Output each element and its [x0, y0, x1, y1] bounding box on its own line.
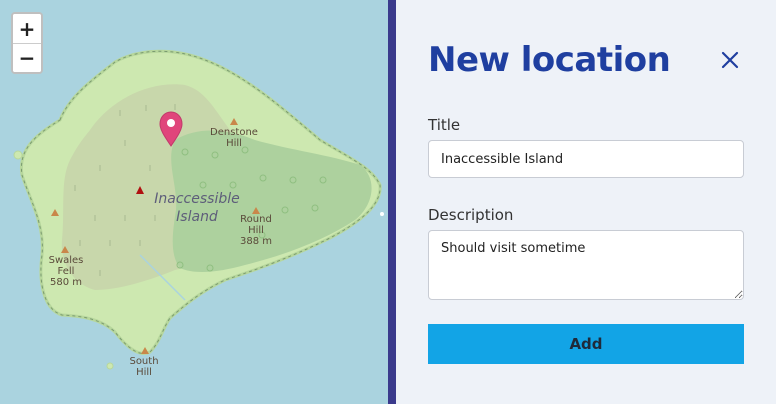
zoom-control: + − [11, 12, 43, 74]
new-location-panel: New location Title Description Should vi… [396, 0, 776, 404]
zoom-out-button[interactable]: − [13, 43, 41, 72]
peak-label-south-hill: South Hill [129, 356, 159, 378]
peak-label-denstone-hill: Denstone Hill [210, 127, 258, 149]
title-input[interactable] [428, 140, 744, 178]
panel-divider [388, 0, 396, 404]
close-icon [721, 51, 739, 69]
zoom-in-button[interactable]: + [13, 14, 41, 43]
peak-label-round-hill: Round Hill 388 m [239, 214, 272, 247]
map-view[interactable]: + − Inaccessible Island Denstone Hill Ro… [0, 0, 388, 404]
peak-label-swales-fell: Swales Fell 580 m [48, 255, 84, 288]
panel-title: New location [428, 40, 671, 80]
island-name-line1: Inaccessible [154, 191, 240, 207]
description-textarea[interactable]: Should visit sometime [428, 230, 744, 300]
add-button[interactable]: Add [428, 324, 744, 364]
close-button[interactable] [716, 46, 744, 74]
description-field-label: Description [428, 206, 514, 224]
title-field-label: Title [428, 116, 461, 134]
